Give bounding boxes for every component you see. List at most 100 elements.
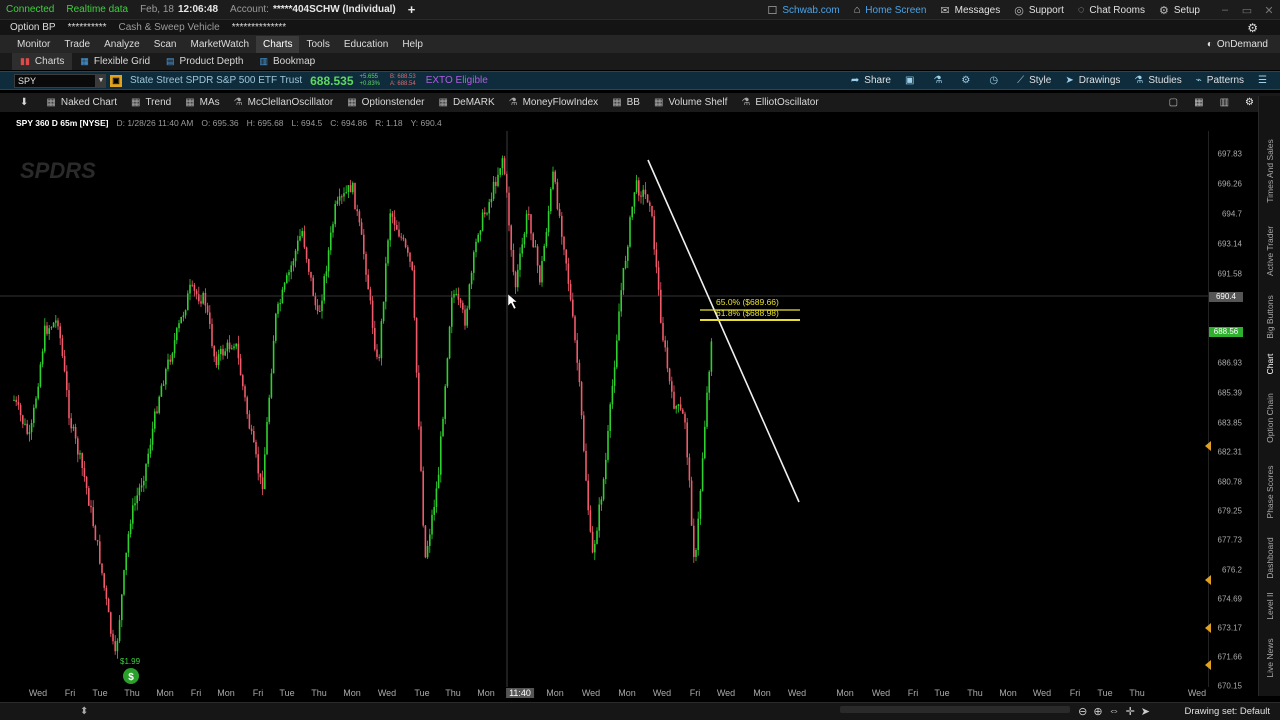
- maximize-icon[interactable]: ▭: [1236, 4, 1258, 17]
- side-tab-active-trader[interactable]: Active Trader: [1265, 226, 1275, 276]
- style-button[interactable]: ⟋ Style: [1017, 75, 1051, 86]
- chart-settings-button[interactable]: ⚙: [961, 75, 975, 86]
- share-button[interactable]: ➦ Share: [851, 75, 891, 86]
- candle-body: [52, 322, 55, 328]
- menu-charts[interactable]: Charts: [256, 36, 300, 53]
- symbol-dropdown-icon[interactable]: ▼: [96, 73, 106, 88]
- account-value[interactable]: *****404SCHW (Individual): [273, 4, 396, 15]
- symbol-input[interactable]: [14, 73, 96, 88]
- pin-icon[interactable]: ⬇: [20, 97, 28, 108]
- crosshair-icon[interactable]: ✛: [1126, 705, 1135, 718]
- settings-gear-icon[interactable]: ⚙: [1247, 21, 1258, 35]
- candle-body: [624, 260, 627, 268]
- chart-symbol[interactable]: SPY 360 D 65m [NYSE]: [16, 118, 108, 128]
- studies-button[interactable]: ⚗ Studies: [1134, 75, 1181, 86]
- study-demark[interactable]: ▦ DeMARK: [438, 97, 494, 108]
- menu-monitor[interactable]: Monitor: [10, 36, 57, 53]
- grid-icon: ▦: [185, 97, 195, 108]
- time-tick: Wed: [581, 688, 601, 698]
- study-bb[interactable]: ▦ BB: [612, 97, 640, 108]
- collapse-icon[interactable]: ⬍: [80, 706, 88, 717]
- subtab-bookmap[interactable]: ▥ Bookmap: [251, 53, 323, 70]
- menu-trade[interactable]: Trade: [57, 36, 97, 53]
- study-volume-shelf[interactable]: ▦ Volume Shelf: [654, 97, 727, 108]
- study-mcclellan[interactable]: ⚗ McClellanOscillator: [234, 97, 334, 108]
- lab-button[interactable]: ⚗: [933, 75, 947, 86]
- study-naked-chart[interactable]: ▦ Naked Chart: [46, 97, 117, 108]
- side-tab-chart[interactable]: Chart: [1265, 354, 1275, 375]
- chart-icon: ▮▮: [20, 56, 30, 66]
- schwab-link[interactable]: ☐ Schwab.com: [768, 4, 840, 17]
- subtab-flexible-grid[interactable]: ▦ Flexible Grid: [72, 53, 158, 70]
- candle-body: [323, 276, 325, 301]
- ondemand-button[interactable]: ◐ OnDemand: [1207, 39, 1268, 50]
- add-icon[interactable]: +: [408, 2, 416, 17]
- patterns-button[interactable]: ⌁ Patterns: [1196, 75, 1244, 86]
- side-tab-times-and-sales[interactable]: Times And Sales: [1265, 139, 1275, 202]
- study-elliot[interactable]: ⚗ ElliotOscillator: [741, 97, 818, 108]
- support-link[interactable]: ◎ Support: [1014, 4, 1064, 17]
- side-tab-phase-scores[interactable]: Phase Scores: [1265, 466, 1275, 519]
- time-tick: Mon: [546, 688, 564, 698]
- study-trend[interactable]: ▦ Trend: [131, 97, 171, 108]
- symbol-link-icon[interactable]: ▣: [110, 74, 122, 87]
- side-tab-level-ii[interactable]: Level II: [1265, 592, 1275, 619]
- minimize-icon[interactable]: –: [1214, 4, 1236, 16]
- subtab-product-depth[interactable]: ▤ Product Depth: [158, 53, 251, 70]
- menu-scan[interactable]: Scan: [147, 36, 184, 53]
- pan-icon[interactable]: ⇔: [1109, 705, 1120, 718]
- zoom-in-icon[interactable]: ⊕: [1093, 705, 1102, 718]
- menu-education[interactable]: Education: [337, 36, 395, 53]
- drawing-set[interactable]: Drawing set: Default: [1184, 706, 1270, 717]
- grid-layout-icon[interactable]: ▦: [1194, 97, 1203, 108]
- time-button[interactable]: ◷: [989, 75, 1003, 86]
- subtab-charts[interactable]: ▮▮ Charts: [12, 53, 73, 70]
- horizontal-scrollbar[interactable]: [840, 706, 1070, 713]
- messages-link[interactable]: ✉ Messages: [940, 4, 1000, 17]
- buy-signal-marker: $: [128, 672, 134, 683]
- setup-link[interactable]: ⚙ Setup: [1159, 4, 1200, 17]
- study-mas[interactable]: ▦ MAs: [185, 97, 219, 108]
- info-high: H: 695.68: [246, 118, 284, 128]
- chat-rooms-link[interactable]: ◌ Chat Rooms: [1078, 4, 1145, 16]
- candle-body: [55, 320, 57, 323]
- study-optionstender[interactable]: ▦ Optionstender: [347, 97, 424, 108]
- candle-body: [228, 342, 231, 349]
- candle-body: [319, 310, 321, 312]
- price-chart[interactable]: SPDRS 65.0% ($689.66) 61.8% ($688.98) $ …: [0, 131, 1210, 687]
- pointer-icon[interactable]: ➤: [1141, 705, 1150, 718]
- home-screen-link[interactable]: ⌂ Home Screen: [854, 4, 927, 16]
- menu-tools[interactable]: Tools: [299, 36, 336, 53]
- close-icon[interactable]: ✕: [1258, 4, 1280, 17]
- side-tab-live-news[interactable]: Live News: [1265, 638, 1275, 677]
- message-icon: ✉: [940, 4, 950, 17]
- candle-body: [479, 230, 482, 235]
- trendline[interactable]: [647, 159, 800, 503]
- candle-body: [393, 216, 396, 226]
- side-tab-option-chain[interactable]: Option Chain: [1265, 393, 1275, 443]
- menu-icon[interactable]: ☰: [1258, 75, 1272, 86]
- time-tick: Wed: [652, 688, 672, 698]
- chart-gear-icon[interactable]: ⚙: [1245, 97, 1254, 108]
- popout-button[interactable]: ▣: [905, 75, 919, 86]
- candle-body: [609, 404, 611, 431]
- side-tab-dashboard[interactable]: Dashboard: [1265, 537, 1275, 579]
- menu-help[interactable]: Help: [395, 36, 430, 53]
- candle-body: [338, 196, 341, 201]
- candle-body: [668, 368, 671, 382]
- study-moneyflow[interactable]: ⚗ MoneyFlowIndex: [509, 97, 599, 108]
- menu-marketwatch[interactable]: MarketWatch: [184, 36, 257, 53]
- candle-body: [202, 293, 204, 304]
- time-axis[interactable]: Wed Fri Tue Thu Mon Fri Mon Fri Tue Thu Mon Wed Tue T…: [0, 688, 1210, 702]
- single-layout-icon[interactable]: ▢: [1169, 97, 1178, 108]
- menu-analyze[interactable]: Analyze: [97, 36, 147, 53]
- drawings-button[interactable]: ➤ Drawings: [1065, 75, 1120, 86]
- layout-menu-icon[interactable]: ▥: [1220, 97, 1229, 108]
- candle-body: [585, 450, 587, 481]
- title-bar: Connected Realtime data Feb, 18 12:06:48…: [0, 0, 1280, 20]
- price-axis[interactable]: 697.83 696.26 694.7 693.14 691.58 690.4 688.56…: [1205, 131, 1244, 691]
- zoom-out-icon[interactable]: ⊖: [1078, 705, 1087, 718]
- candle-body: [371, 300, 374, 328]
- gear-icon: ⚙: [961, 75, 971, 86]
- side-tab-big-buttons[interactable]: Big Buttons: [1265, 295, 1275, 338]
